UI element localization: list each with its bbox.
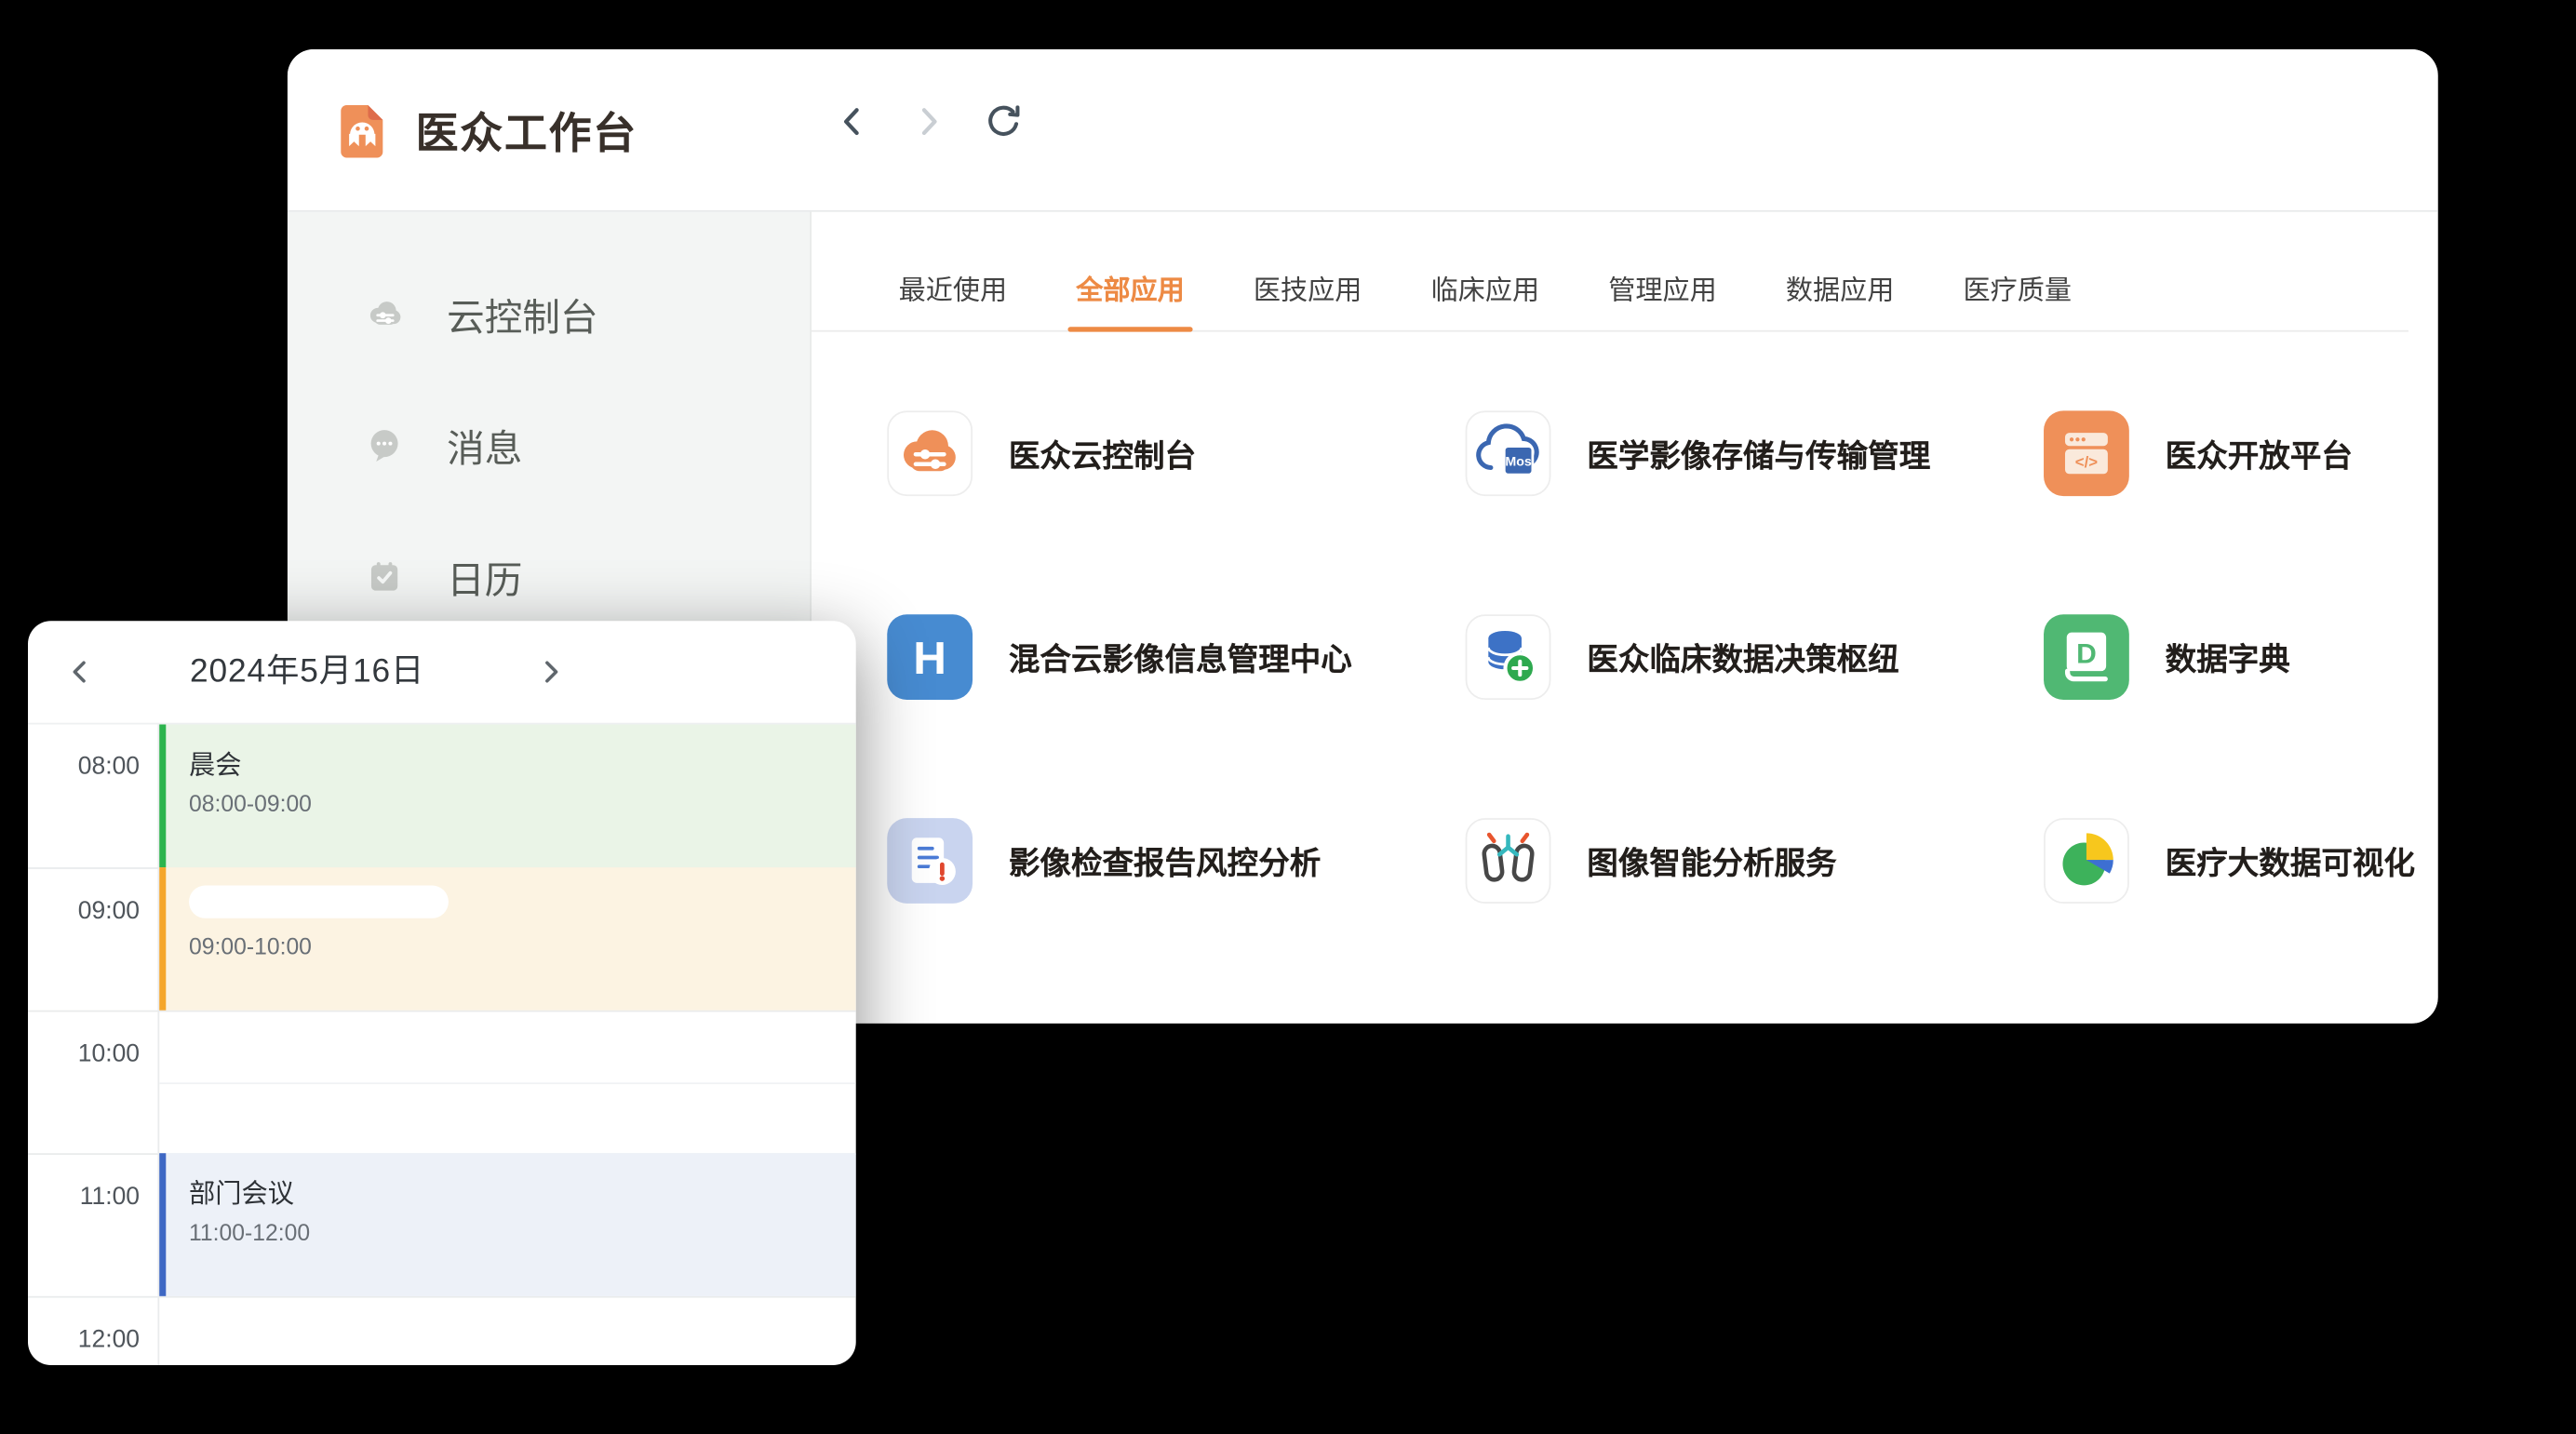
- app-name: 医众开放平台: [2166, 431, 2353, 476]
- time-label: 11:00: [28, 1155, 159, 1296]
- app-name: 医众临床数据决策枢纽: [1587, 635, 1898, 679]
- app-name: 医疗大数据可视化: [2166, 838, 2415, 883]
- calendar-header: 2024年5月16日: [28, 621, 856, 724]
- app-tile-data-dictionary[interactable]: D 数据字典: [2044, 614, 2422, 700]
- app-logo-icon: [333, 101, 389, 157]
- calendar-event-morning-meeting[interactable]: 晨会 08:00-09:00: [159, 724, 855, 867]
- tab-admin-apps[interactable]: 管理应用: [1608, 268, 1717, 330]
- sidebar-item-label: 日历: [447, 549, 522, 605]
- app-tile-bigdata-visual[interactable]: 医疗大数据可视化: [2044, 818, 2422, 904]
- tab-bar: 最近使用 全部应用 医技应用 临床应用 管理应用 数据应用 医疗质量: [812, 212, 2408, 332]
- cloud-sliders-icon: [887, 410, 973, 496]
- time-label: 09:00: [28, 869, 159, 1011]
- sidebar-item-messages[interactable]: 消息: [288, 393, 810, 498]
- tab-data-apps[interactable]: 数据应用: [1786, 268, 1895, 330]
- cloud-console-icon: [365, 294, 404, 333]
- event-title: 部门会议: [189, 1172, 856, 1211]
- app-tile-hybrid-cloud[interactable]: H 混合云影像信息管理中心: [887, 614, 1465, 700]
- messages-icon: [365, 425, 404, 464]
- app-grid: 医众云控制台 Mos 医学影像存储与传输管理: [812, 332, 2438, 904]
- back-arrow-icon: [833, 101, 872, 141]
- chevron-right-icon: [534, 655, 567, 688]
- image-ai-icon: [1466, 818, 1551, 904]
- redacted-event-title: [189, 885, 449, 918]
- svg-text:</>: </>: [2075, 453, 2098, 471]
- report-risk-icon: [887, 818, 973, 904]
- tab-medtech-apps[interactable]: 医技应用: [1254, 268, 1362, 330]
- sidebar-item-cloud-console[interactable]: 云控制台: [288, 261, 810, 367]
- sidebar-item-label: 云控制台: [447, 286, 597, 342]
- calendar-panel: 2024年5月16日 08:00 09:00 10:00 11:00: [28, 621, 856, 1365]
- time-label: 12:00: [28, 1298, 159, 1365]
- half-hour-gridline: [159, 1082, 855, 1084]
- svg-text:H: H: [913, 633, 946, 684]
- sidebar-item-calendar[interactable]: 日历: [288, 524, 810, 629]
- calendar-date: 2024年5月16日: [127, 621, 488, 722]
- app-name: 影像检查报告风控分析: [1009, 838, 1321, 883]
- calendar-prev-button[interactable]: [60, 652, 100, 691]
- chevron-left-icon: [64, 655, 97, 688]
- time-label: 08:00: [28, 724, 159, 867]
- app-tile-image-storage[interactable]: Mos 医学影像存储与传输管理: [1466, 410, 2044, 496]
- calendar-row-12: 12:00: [28, 1296, 856, 1365]
- calendar-grid: 08:00 09:00 10:00 11:00 12:00 晨会: [28, 724, 856, 1364]
- calendar-event-department-meeting[interactable]: 部门会议 11:00-12:00: [159, 1153, 855, 1296]
- refresh-button[interactable]: [984, 101, 1023, 141]
- bigdata-visual-icon: [2044, 818, 2129, 904]
- calendar-next-button[interactable]: [530, 652, 570, 691]
- time-label: 10:00: [28, 1012, 159, 1153]
- forward-arrow-icon: [908, 101, 947, 141]
- app-tile-image-ai[interactable]: 图像智能分析服务: [1466, 818, 2044, 904]
- event-time: 09:00-10:00: [189, 933, 856, 959]
- calendar-event-redacted[interactable]: 09:00-10:00: [159, 867, 855, 1011]
- app-name: 医众云控制台: [1009, 431, 1196, 476]
- back-button[interactable]: [833, 101, 872, 141]
- app-tile-cloud-console[interactable]: 医众云控制台: [887, 410, 1465, 496]
- svg-text:Mos: Mos: [1505, 454, 1532, 469]
- calendar-cell[interactable]: [159, 1298, 855, 1365]
- clinical-data-icon: [1466, 614, 1551, 700]
- data-dictionary-icon: D: [2044, 614, 2129, 700]
- sidebar-item-label: 消息: [447, 417, 522, 473]
- app-name: 混合云影像信息管理中心: [1009, 635, 1352, 679]
- app-name: 数据字典: [2166, 635, 2290, 679]
- calendar-icon: [365, 556, 404, 596]
- title-bar: 医众工作台: [288, 49, 2438, 212]
- mos-cloud-icon: Mos: [1466, 410, 1551, 496]
- event-title: 晨会: [189, 743, 856, 782]
- svg-text:D: D: [2076, 638, 2097, 669]
- nav-buttons: [833, 101, 1024, 141]
- open-platform-icon: </>: [2044, 410, 2129, 496]
- event-time: 08:00-09:00: [189, 790, 856, 816]
- page-background: 医众工作台: [0, 0, 2576, 1434]
- forward-button[interactable]: [908, 101, 947, 141]
- app-tile-open-platform[interactable]: </> 医众开放平台: [2044, 410, 2422, 496]
- refresh-icon: [984, 101, 1023, 141]
- tab-recent[interactable]: 最近使用: [899, 268, 1008, 330]
- app-tile-report-risk[interactable]: 影像检查报告风控分析: [887, 818, 1465, 904]
- brand: 医众工作台: [333, 100, 637, 160]
- app-name: 图像智能分析服务: [1587, 838, 1836, 883]
- app-title: 医众工作台: [416, 100, 637, 160]
- app-name: 医学影像存储与传输管理: [1587, 431, 1930, 476]
- app-tile-clinical-data[interactable]: 医众临床数据决策枢纽: [1466, 614, 2044, 700]
- tab-all-apps[interactable]: 全部应用: [1076, 268, 1185, 330]
- tab-clinical-apps[interactable]: 临床应用: [1431, 268, 1540, 330]
- main-content: 最近使用 全部应用 医技应用 临床应用 管理应用 数据应用 医疗质量: [812, 212, 2438, 1024]
- hybrid-cloud-icon: H: [887, 614, 973, 700]
- event-time: 11:00-12:00: [189, 1219, 856, 1245]
- tab-quality[interactable]: 医疗质量: [1964, 268, 2073, 330]
